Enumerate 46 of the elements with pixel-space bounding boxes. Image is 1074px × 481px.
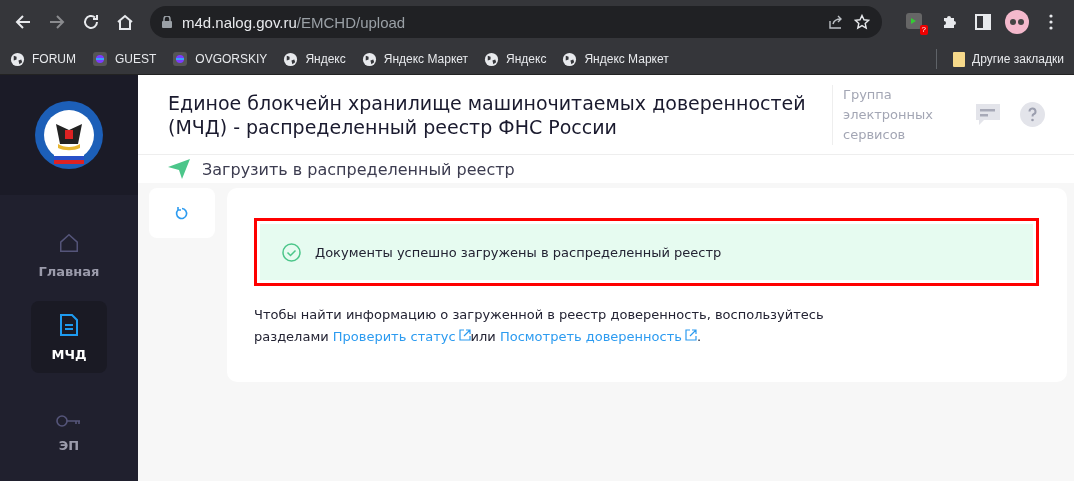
avatar-button[interactable]	[1002, 7, 1032, 37]
page-title: Загрузить в распределенный реестр	[202, 159, 515, 179]
home-icon	[58, 231, 80, 254]
sidebar-item[interactable]: ЭП	[31, 397, 107, 469]
reload-icon	[82, 13, 100, 31]
globe-icon	[562, 51, 578, 67]
alert-text: Документы успешно загружены в распределенный реестр	[315, 244, 722, 260]
bookmark[interactable]: Яндекс Маркет	[562, 51, 669, 67]
help-icon[interactable]	[1020, 102, 1045, 127]
document-icon	[59, 312, 79, 337]
star-icon[interactable]	[854, 14, 870, 30]
bookmark[interactable]: GUEST	[92, 51, 157, 67]
sidebar-item[interactable]: Главная	[31, 219, 107, 291]
other-bookmarks[interactable]: Другие закладки	[953, 51, 1064, 67]
service-group-label: Группа электронных сервисов	[832, 84, 962, 145]
share-icon[interactable]	[828, 14, 844, 30]
sidebar-item[interactable]: МЧД	[31, 301, 107, 373]
bookmark[interactable]: OVGORSKIY	[172, 51, 268, 67]
page-header-title: Единое блокчейн хранилище машиночитаемых доверенностей (МЧД) - распределенный реестр ФНС России	[168, 90, 807, 139]
bookmark[interactable]: Яндекс	[283, 51, 346, 67]
key-icon	[56, 413, 82, 428]
address-bar[interactable]: m4d.nalog.gov.ru/EMCHD/upload	[150, 6, 882, 38]
bookmark[interactable]: Яндекс Маркет	[361, 51, 469, 67]
back-arrow-icon	[14, 13, 32, 31]
home-icon	[116, 13, 134, 31]
lock-icon	[162, 16, 172, 28]
bookmark[interactable]: FORUM	[10, 51, 76, 67]
globe-icon	[361, 51, 377, 67]
app-icon	[92, 51, 108, 67]
globe-icon	[484, 51, 500, 67]
check-circle-icon	[282, 242, 301, 262]
extension-button[interactable]: ?	[900, 7, 930, 37]
globe-icon	[283, 51, 299, 67]
extension-badge: ?	[919, 25, 928, 35]
external-link-icon	[458, 329, 471, 341]
app-icon	[172, 51, 189, 67]
send-icon	[168, 159, 190, 179]
emblem-logo	[34, 100, 104, 170]
extension-icon	[906, 13, 924, 31]
forward-arrow-icon	[48, 13, 66, 31]
info-paragraph: Чтобы найти информацию о загруженной в реестр доверенность, воспользуйтесь разделами Проверить статус или Посмотреть доверенность .	[254, 306, 825, 346]
folder-icon	[953, 51, 966, 67]
refresh-icon	[175, 206, 189, 220]
bookmark[interactable]: Яндекс	[484, 51, 547, 67]
external-link-icon	[684, 329, 697, 341]
globe-icon	[10, 51, 25, 67]
